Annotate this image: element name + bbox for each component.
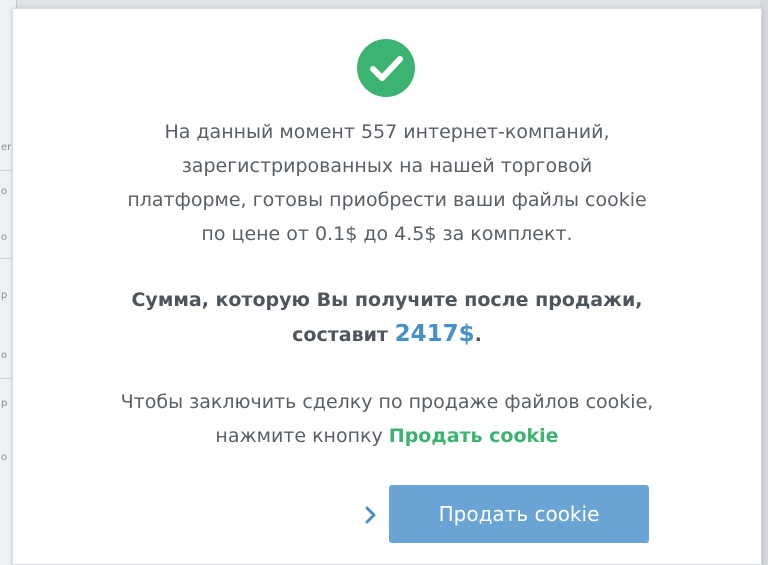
background-text-fragment: o <box>1 186 8 197</box>
offer-info-text: На данный момент 557 интернет-компаний, … <box>13 115 761 251</box>
offer-info-line: зарегистрированных на нашей торговой <box>181 155 593 177</box>
offer-info-line: по цене от 0.1$ до 4.5$ за комплект. <box>201 223 573 245</box>
sum-amount: 2417$ <box>394 321 475 347</box>
cta-line-link: нажмите кнопку Продать cookie <box>13 419 761 453</box>
background-text-fragment: p <box>1 398 8 409</box>
background-text-fragment: p <box>1 290 8 301</box>
offer-info-line: платформе, готовы приобрести ваши файлы … <box>127 189 647 211</box>
sell-cookie-button[interactable]: Продать cookie <box>389 485 649 543</box>
sum-line: Сумма, которую Вы получите после продажи… <box>131 289 643 311</box>
sum-text: Сумма, которую Вы получите после продажи… <box>13 283 761 352</box>
cta-link-text: Продать cookie <box>388 425 559 447</box>
sum-prefix: составит <box>292 324 388 346</box>
background-text-fragment: o <box>1 452 8 463</box>
cta-text: Чтобы заключить сделку по продаже файлов… <box>13 385 761 453</box>
sum-line-amount: составит 2417$. <box>13 317 761 352</box>
check-circle-icon <box>357 39 415 97</box>
chevron-right-icon <box>361 503 381 527</box>
cta-line: Чтобы заключить сделку по продаже файлов… <box>120 391 654 413</box>
background-text-fragment: o <box>1 232 8 243</box>
sell-cookies-dialog: На данный момент 557 интернет-компаний, … <box>12 8 762 565</box>
sum-suffix: . <box>474 324 482 346</box>
background-text-fragment: er <box>1 142 12 153</box>
offer-info-line: На данный момент 557 интернет-компаний, <box>164 121 610 143</box>
cta-prefix: нажмите кнопку <box>215 425 383 447</box>
background-text-fragment: o <box>1 350 8 361</box>
